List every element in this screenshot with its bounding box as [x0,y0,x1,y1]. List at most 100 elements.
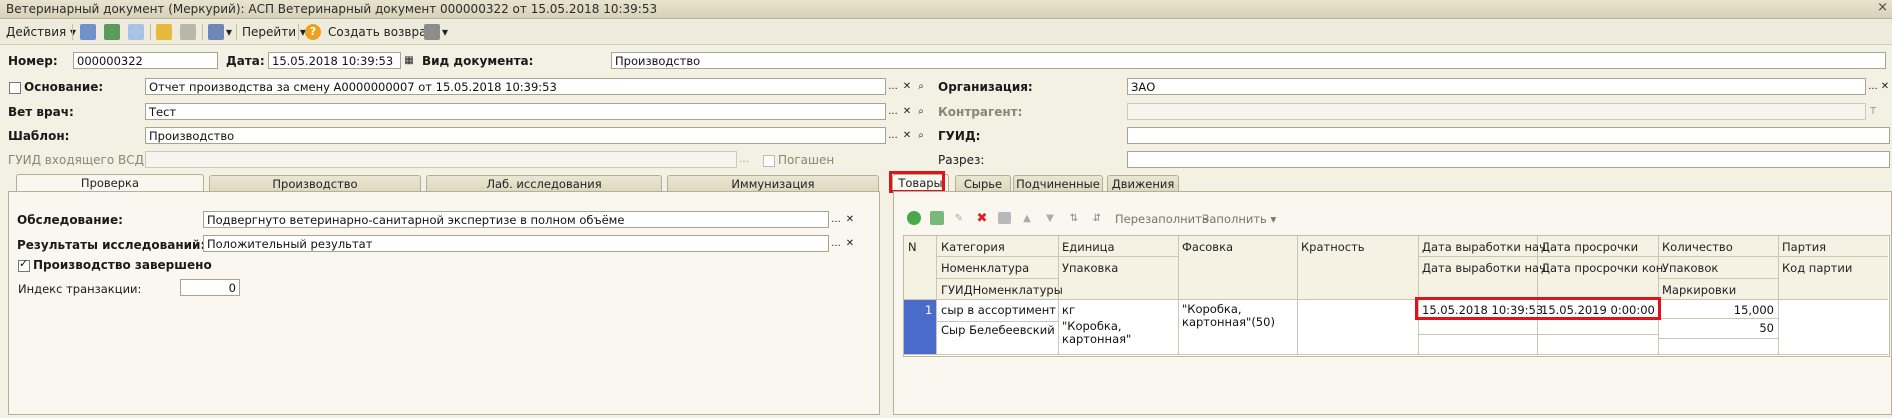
tab-movements[interactable]: Движения [1107,175,1179,192]
printer-icon[interactable] [424,24,440,40]
row-category[interactable]: сыр в ассортимент... [941,303,1056,317]
tab-subordinate[interactable]: Подчиненные [1013,175,1103,192]
close-icon[interactable]: × [1877,0,1888,15]
select-button[interactable]: ... [829,212,843,227]
delete-icon[interactable]: ✖ [975,211,989,226]
tab-immunization[interactable]: Иммунизация [667,175,879,192]
row-packs[interactable]: 50 [1662,321,1774,335]
row-quantity[interactable]: 15,000 [1662,303,1774,317]
exam-label: Обследование: [17,213,123,227]
exam-field[interactable]: Подвергнуто ветеринарно-санитарной экспе… [203,211,829,228]
select-button[interactable]: ... [886,79,900,94]
date-field[interactable]: 15.05.2018 10:39:53 [268,52,401,69]
fill-menu[interactable]: Заполнить ▾ [1202,212,1276,226]
search-icon[interactable]: ⌕ [914,104,928,119]
section-label: Разрез: [938,153,985,167]
col-unit[interactable]: Единица [1062,240,1115,254]
save-close-icon[interactable] [80,24,96,40]
clear-icon[interactable]: ✕ [900,79,914,94]
based-on-icon[interactable] [208,24,224,40]
col-multiplicity[interactable]: Кратность [1301,240,1365,254]
col-prod-start[interactable]: Дата выработки нач. [1422,240,1550,254]
col-packing[interactable]: Фасовка [1182,240,1233,254]
col-expiry-end[interactable]: Дата просрочки кон. [1541,261,1667,275]
col-package[interactable]: Упаковка [1062,261,1118,275]
results-label: Результаты исследований: [17,238,206,252]
row-package[interactable]: "Коробка, картонная" [1062,320,1172,346]
col-expiry[interactable]: Дата просрочки [1541,240,1638,254]
add-copy-icon[interactable] [930,211,944,225]
txn-field[interactable]: 0 [180,279,240,296]
tab-production[interactable]: Производство [209,175,421,192]
print-menu-chevron[interactable]: ▾ [442,23,448,41]
sort-asc-icon[interactable]: ⇅ [1067,211,1081,226]
col-packs[interactable]: Упаковок [1662,261,1718,275]
toolbar-separator [150,24,151,40]
org-label: Организация: [938,80,1033,94]
help-icon[interactable]: ? [305,24,321,40]
create-return-button[interactable]: Создать возврат [328,23,433,41]
fill-icon[interactable] [156,24,172,40]
row-nomenclature[interactable]: Сыр Белебеевский... [941,323,1056,337]
clear-icon[interactable]: ✕ [843,212,857,227]
select-button[interactable]: ... [886,128,900,143]
col-n[interactable]: N [908,240,917,254]
clear-icon[interactable]: ✕ [843,236,857,251]
edit-icon[interactable]: ✎ [952,211,966,226]
sort-desc-icon[interactable]: ⇵ [1090,211,1104,226]
move-up-icon[interactable]: ▲ [1020,211,1034,226]
number-label: Номер: [8,54,58,68]
select-button[interactable]: ... [829,236,843,251]
select-button[interactable]: ... [886,104,900,119]
col-prod-start-2[interactable]: Дата выработки нач. [1422,261,1550,275]
col-category[interactable]: Категория [941,240,1005,254]
toolbar-separator [72,24,73,40]
guid-field[interactable] [1127,127,1890,144]
chevron-down-icon[interactable]: ▾ [226,23,232,41]
copy-icon[interactable] [128,24,144,40]
template-field[interactable]: Производство [145,127,886,144]
structure-icon[interactable] [180,24,196,40]
col-batch-code[interactable]: Код партии [1782,261,1852,275]
clear-icon[interactable]: ✕ [900,128,914,143]
basis-field[interactable]: Отчет производства за смену А0000000007 … [145,78,886,95]
post-icon[interactable] [104,24,120,40]
finished-checkbox[interactable] [18,257,30,272]
number-field[interactable]: 000000322 [73,52,218,69]
add-icon[interactable] [907,211,921,225]
go-menu[interactable]: Перейти ▾ [242,23,306,41]
repaid-checkbox [763,155,775,167]
guid-in-label: ГУИД входящего ВСД: [8,153,149,167]
row-packing[interactable]: "Коробка, картонная"(50) [1182,303,1292,329]
guid-label: ГУИД: [938,129,981,143]
calendar-icon[interactable]: ▦ [402,53,416,68]
select-button[interactable]: ... [1866,79,1880,94]
search-icon[interactable]: ⌕ [914,128,928,143]
results-field[interactable]: Положительный результат [203,235,829,252]
refill-button[interactable]: Перезаполнить [1115,212,1209,226]
clear-icon[interactable]: ✕ [1880,79,1890,94]
section-field[interactable] [1127,151,1890,168]
org-field[interactable]: ЗАО [1127,78,1866,95]
tab-raw[interactable]: Сырье [955,175,1011,192]
row-unit[interactable]: кг [1062,303,1075,317]
actions-menu[interactable]: Действия ▾ [6,23,76,41]
txn-label: Индекс транзакции: [18,282,142,296]
text-edit-icon: T [1869,106,1877,117]
col-nomenclature[interactable]: Номенклатура [941,261,1029,275]
clear-icon[interactable]: ✕ [900,104,914,119]
col-markings[interactable]: Маркировки [1662,283,1736,297]
col-batch[interactable]: Партия [1782,240,1826,254]
end-edit-icon[interactable] [998,212,1011,224]
window-title: Ветеринарный документ (Меркурий): АСП Ве… [6,2,658,16]
basis-checkbox[interactable] [9,82,21,94]
vet-field[interactable]: Тест [145,103,886,120]
move-down-icon[interactable]: ▼ [1043,211,1057,226]
doctype-field[interactable]: Производство [611,52,1886,69]
search-icon[interactable]: ⌕ [914,79,928,94]
toolbar-separator [298,24,299,40]
col-quantity[interactable]: Количество [1662,240,1733,254]
col-guid-nomenclature[interactable]: ГУИДНоменклатуры [941,283,1063,297]
tab-lab[interactable]: Лаб. исследования [426,175,662,192]
highlight-tab-goods [889,171,945,193]
